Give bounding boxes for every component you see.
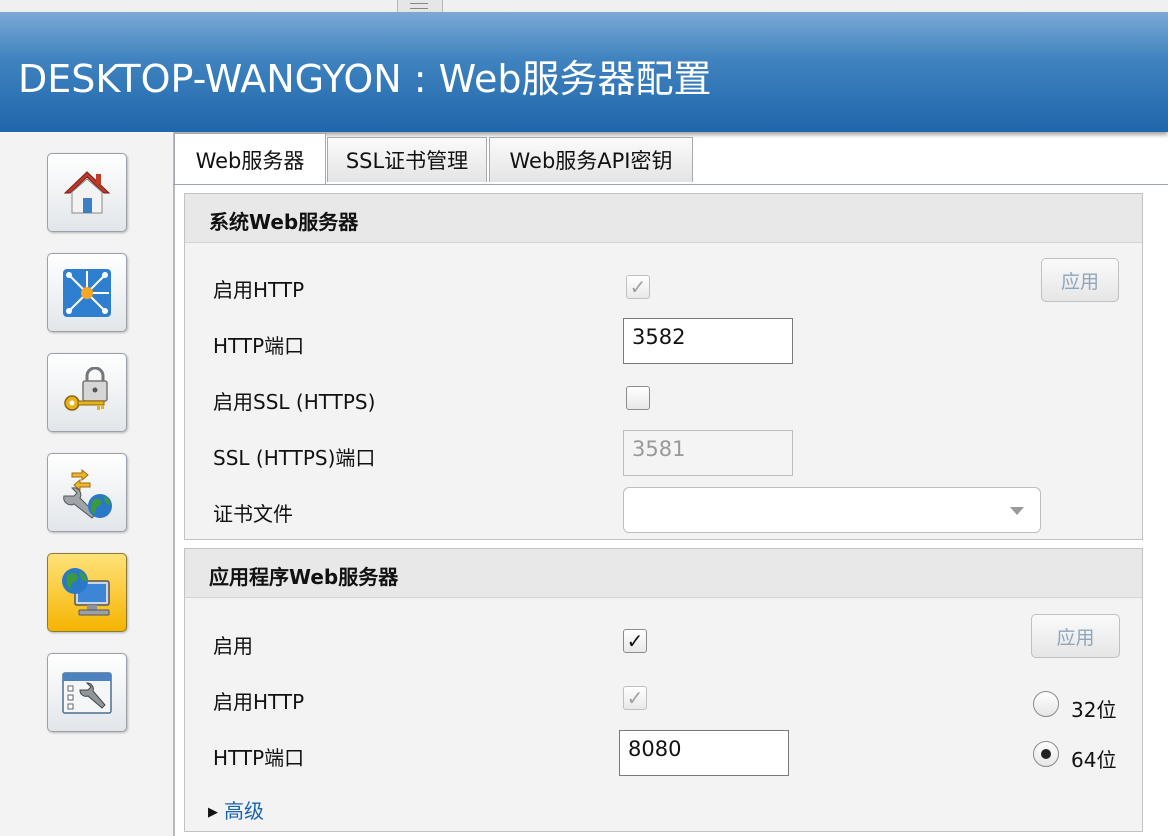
tab-web-server[interactable]: Web服务器 bbox=[174, 133, 326, 184]
enable-ssl-checkbox[interactable] bbox=[626, 386, 650, 410]
settings-window-icon bbox=[62, 671, 112, 714]
sidebar-item-web-server[interactable] bbox=[47, 553, 127, 632]
network-icon bbox=[63, 268, 111, 317]
app-enable-http-label: 启用HTTP bbox=[213, 690, 305, 714]
app-apply-button[interactable]: 应用 bbox=[1031, 614, 1120, 658]
panel-header: 系统Web服务器 bbox=[185, 194, 1142, 243]
sidebar-item-security[interactable] bbox=[47, 353, 127, 432]
sidebar bbox=[0, 132, 175, 836]
enable-http-checkbox[interactable]: ✓ bbox=[626, 275, 650, 299]
tab-ssl-cert[interactable]: SSL证书管理 bbox=[327, 137, 487, 182]
bit64-label: 64位 bbox=[1071, 748, 1117, 772]
title-bar: DESKTOP-WANGYON : Web服务器配置 bbox=[0, 12, 1168, 132]
http-port-label: HTTP端口 bbox=[213, 334, 305, 358]
bit64-radio[interactable] bbox=[1033, 741, 1059, 767]
app-web-server-panel: 应用程序Web服务器 bbox=[184, 548, 1143, 832]
advanced-link[interactable]: 高级 bbox=[224, 799, 264, 823]
sidebar-item-home[interactable] bbox=[47, 153, 127, 232]
app-enable-label: 启用 bbox=[213, 634, 253, 658]
app-enable-checkbox[interactable]: ✓ bbox=[623, 629, 647, 653]
cert-file-label: 证书文件 bbox=[213, 502, 293, 526]
ssl-port-input[interactable]: 3581 bbox=[623, 430, 793, 476]
panel-header: 应用程序Web服务器 bbox=[185, 549, 1142, 598]
chevron-down-icon bbox=[1010, 507, 1024, 515]
globe-computer-icon bbox=[62, 567, 110, 615]
sidebar-item-settings[interactable] bbox=[47, 653, 127, 732]
lock-key-icon bbox=[64, 366, 108, 411]
ssl-port-label: SSL (HTTPS)端口 bbox=[213, 446, 376, 470]
page-title: DESKTOP-WANGYON : Web服务器配置 bbox=[18, 57, 712, 101]
expand-triangle-icon: ▶ bbox=[208, 805, 218, 820]
system-apply-button[interactable]: 应用 bbox=[1041, 258, 1119, 302]
app-http-port-input[interactable]: 8080 bbox=[619, 730, 789, 776]
tab-web-api-key[interactable]: Web服务API密钥 bbox=[489, 137, 693, 182]
enable-ssl-label: 启用SSL (HTTPS) bbox=[213, 390, 376, 414]
bit32-label: 32位 bbox=[1071, 698, 1117, 722]
panel-title: 应用程序Web服务器 bbox=[209, 565, 399, 589]
bit32-radio[interactable] bbox=[1033, 691, 1059, 717]
panel-title: 系统Web服务器 bbox=[209, 210, 359, 234]
sidebar-item-network[interactable] bbox=[47, 253, 127, 332]
app-http-port-label: HTTP端口 bbox=[213, 746, 305, 770]
app-enable-http-checkbox[interactable]: ✓ bbox=[623, 686, 647, 710]
advanced-toggle[interactable]: ▶ 高级 bbox=[208, 795, 264, 824]
sidebar-item-connectivity[interactable] bbox=[47, 453, 127, 532]
cert-file-select[interactable] bbox=[623, 487, 1041, 533]
enable-http-label: 启用HTTP bbox=[213, 278, 305, 302]
tab-bar: Web服务器 SSL证书管理 Web服务API密钥 bbox=[173, 132, 1168, 185]
home-icon bbox=[63, 170, 111, 213]
http-port-input[interactable]: 3582 bbox=[623, 318, 793, 364]
wrench-globe-icon bbox=[63, 468, 112, 519]
